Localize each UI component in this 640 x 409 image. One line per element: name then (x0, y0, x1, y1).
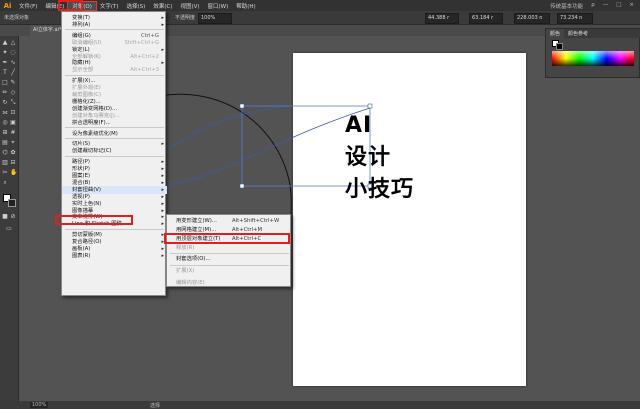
object-menu-item[interactable]: 创建裁切标记(C) (62, 147, 167, 155)
anchor-handle[interactable] (367, 103, 373, 109)
menu-separator (65, 29, 164, 31)
artboard-text[interactable]: AI 设计 小技巧 (345, 110, 414, 206)
menu-item-shortcut: Alt+Ctrl+3 (130, 67, 159, 74)
menu-item-label: 图表(R) (72, 252, 91, 259)
menu-separator (65, 74, 164, 76)
color-panel-tabs: 颜色 颜色参考 (546, 29, 640, 38)
art-text-line-1: AI (345, 113, 373, 138)
menu-separator (65, 137, 164, 139)
envelope-distort-submenu: 用变形建立(W)... Alt+Shift+Ctrl+W 用网格建立(M)... Al… (166, 214, 291, 287)
submenu-item-label: 扩展(X) (176, 268, 195, 274)
arc-path[interactable] (166, 105, 291, 151)
highlight-object-menu (58, 0, 83, 11)
submenu-arrow-icon: ▸ (161, 21, 164, 28)
anchor-handle[interactable] (239, 103, 245, 109)
panel-stroke-swatch[interactable] (556, 43, 563, 50)
submenu-item-label: 释放(R) (176, 245, 195, 251)
menu-separator (170, 265, 289, 266)
object-menu-item[interactable]: 显示全部 Alt+Ctrl+3 (62, 66, 167, 74)
menu-item-label: 显示全部 (72, 67, 94, 74)
tab-color[interactable]: 颜色 (546, 29, 565, 38)
tab-color-guide[interactable]: 颜色参考 (564, 29, 592, 38)
menu-item-label: 排列(A) (72, 21, 91, 28)
submenu-item-label: 编辑内容(E) (176, 280, 205, 286)
object-menu-item[interactable]: 拼合透明度(F)... (62, 119, 167, 127)
highlight-make-with-top-object (164, 233, 290, 244)
object-menu: 变换(T) ▸ 排列(A) ▸ 编组(G) Ctrl+G 取消编组(U) Shift+Ctrl… (61, 11, 167, 296)
object-menu-item[interactable]: 图表(R) ▸ (62, 252, 167, 260)
menu-item-label: 设为像素级优化(M) (72, 130, 118, 137)
art-text-line-3: 小技巧 (345, 177, 415, 202)
submenu-item-shortcut: Alt+Shift+Ctrl+W (232, 218, 280, 224)
zoom-level[interactable]: 100% (30, 402, 49, 408)
color-panel: 颜色 颜色参考 (545, 28, 640, 78)
object-menu-item[interactable]: 排列(A) ▸ (62, 21, 167, 29)
submenu-item-label: 封套选项(O)... (176, 256, 211, 262)
menu-separator (65, 127, 164, 128)
menu-separator (65, 228, 164, 230)
submenu-arrow-icon: ▸ (161, 221, 164, 228)
submenu-item[interactable]: 扩展(X) (167, 267, 292, 276)
submenu-item[interactable]: 用变形建立(W)... Alt+Shift+Ctrl+W (167, 217, 292, 226)
submenu-item[interactable]: 封套选项(O)... (167, 255, 292, 264)
submenu-item-label: 用变形建立(W)... (176, 218, 217, 224)
menu-separator (65, 155, 164, 157)
menu-item-label: 拼合透明度(F)... (72, 119, 111, 126)
menu-item-label: 创建裁切标记(C) (72, 148, 112, 155)
current-tool: 选择 (150, 403, 161, 409)
status-bar: 100% 选择 (0, 401, 640, 409)
anchor-handle[interactable] (239, 183, 245, 189)
menu-separator (170, 253, 289, 254)
curve-path[interactable] (166, 107, 371, 186)
color-spectrum[interactable] (552, 51, 634, 66)
submenu-item[interactable]: 编辑内容(E) (167, 279, 292, 288)
object-menu-item[interactable]: 设为像素级优化(M) (62, 130, 167, 138)
art-text-line-2: 设计 (345, 145, 392, 170)
submenu-arrow-icon: ▸ (161, 252, 164, 259)
highlight-envelope-distort (55, 215, 133, 225)
submenu-item[interactable]: 释放(R) (167, 244, 292, 253)
